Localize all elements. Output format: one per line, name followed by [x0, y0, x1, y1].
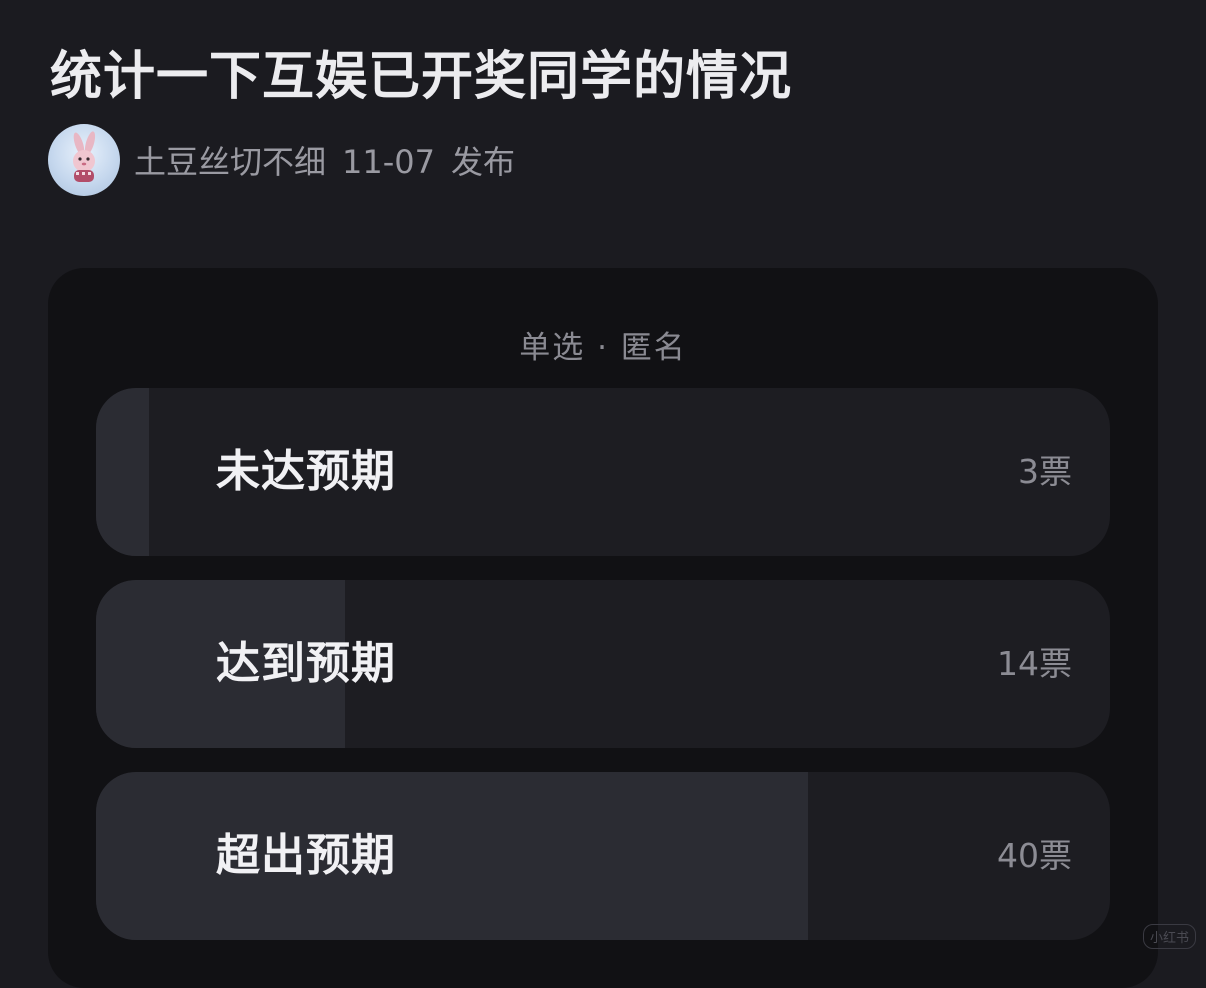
option-label: 超出预期 — [216, 772, 396, 940]
author-name[interactable]: 土豆丝切不细 — [134, 143, 326, 181]
vote-bar — [96, 772, 808, 940]
option-label: 达到预期 — [216, 580, 396, 748]
bunny-icon — [48, 124, 120, 196]
watermark: 小红书 — [1143, 924, 1196, 949]
author-meta: 土豆丝切不细 11-07 发布 — [134, 137, 531, 183]
poll-mode-label: 单选 · 匿名 — [48, 322, 1158, 367]
author-row[interactable]: 土豆丝切不细 11-07 发布 — [48, 124, 531, 196]
poll-option[interactable]: 达到预期 14票 — [96, 580, 1110, 748]
vote-count: 14票 — [997, 580, 1072, 748]
vote-count: 40票 — [997, 772, 1072, 940]
vote-count: 3票 — [1018, 388, 1072, 556]
poll-card: 单选 · 匿名 未达预期 3票 达到预期 14票 超出预期 40票 — [48, 268, 1158, 988]
vote-bar — [96, 388, 149, 556]
post-title: 统计一下互娱已开奖同学的情况 — [50, 34, 792, 109]
poll-option[interactable]: 未达预期 3票 — [96, 388, 1110, 556]
option-label: 未达预期 — [216, 388, 396, 556]
poll-option[interactable]: 超出预期 40票 — [96, 772, 1110, 940]
bunny-avatar[interactable] — [48, 124, 120, 196]
published-label: 发布 — [451, 143, 515, 181]
post-date: 11-07 — [342, 143, 435, 181]
